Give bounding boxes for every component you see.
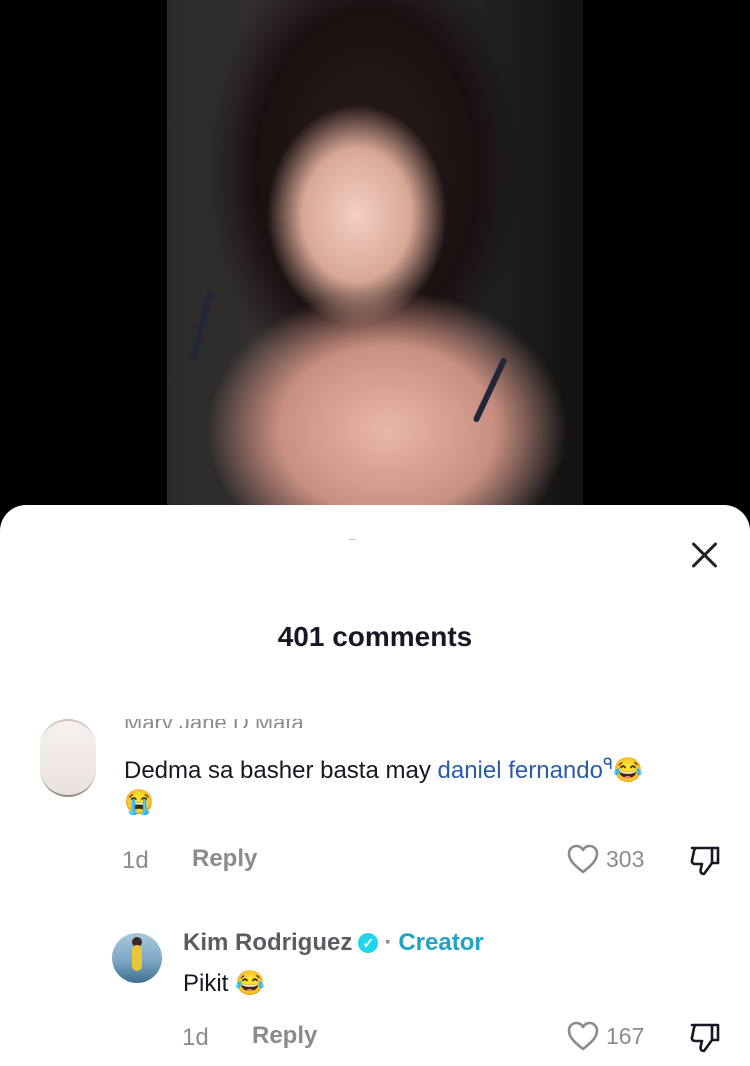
- comment-text: Dedma sa basher basta may daniel fernand…: [124, 749, 724, 819]
- laughing-emoji-icon: 😂: [613, 757, 643, 784]
- heart-icon: [567, 1021, 599, 1051]
- separator: ·: [384, 929, 393, 956]
- avatar-detail: [132, 945, 142, 971]
- thumbs-down-icon[interactable]: [688, 1020, 722, 1054]
- creator-avatar[interactable]: [112, 933, 162, 983]
- video-detail: [190, 290, 214, 360]
- comment-author[interactable]: Mary Jane D Mata: [124, 719, 304, 728]
- heart-icon: [567, 844, 599, 874]
- comment-text-start: Dedma sa basher basta may: [124, 757, 438, 784]
- laughing-emoji-icon: 😂: [235, 970, 265, 997]
- reply-button[interactable]: Reply: [192, 845, 257, 873]
- comment-text: Pikit 😂: [183, 969, 265, 998]
- avatar[interactable]: [40, 719, 96, 797]
- like-count: 167: [606, 1022, 645, 1049]
- drag-handle[interactable]: [349, 539, 357, 540]
- comment-author-row: Kim Rodriguez ✓ · Creator: [183, 929, 484, 957]
- comments-panel: 401 comments Mary Jane D Mata Dedma sa b…: [0, 505, 750, 1066]
- search-icon[interactable]: ᑫ: [603, 756, 613, 773]
- comments-count-title: 401 comments: [277, 621, 473, 652]
- thumbs-down-icon[interactable]: [688, 843, 722, 877]
- crying-emoji-icon: 😭: [124, 789, 154, 816]
- mention-link[interactable]: daniel fernando: [438, 757, 603, 784]
- video-detail: [472, 357, 508, 423]
- reply-button[interactable]: Reply: [252, 1022, 317, 1050]
- verified-badge-icon: ✓: [358, 933, 379, 953]
- video-player[interactable]: [0, 0, 750, 520]
- creator-label: Creator: [398, 929, 484, 956]
- comment-timestamp: 1d: [182, 1024, 209, 1051]
- like-button[interactable]: 167: [566, 1020, 644, 1052]
- comment-timestamp: 1d: [122, 847, 149, 874]
- like-button[interactable]: 303: [566, 843, 644, 875]
- comment-author[interactable]: Kim Rodriguez: [183, 929, 352, 957]
- comment-text-body: Pikit: [183, 970, 236, 997]
- close-button[interactable]: [683, 535, 725, 577]
- video-frame[interactable]: [167, 0, 583, 505]
- like-count: 303: [606, 845, 645, 872]
